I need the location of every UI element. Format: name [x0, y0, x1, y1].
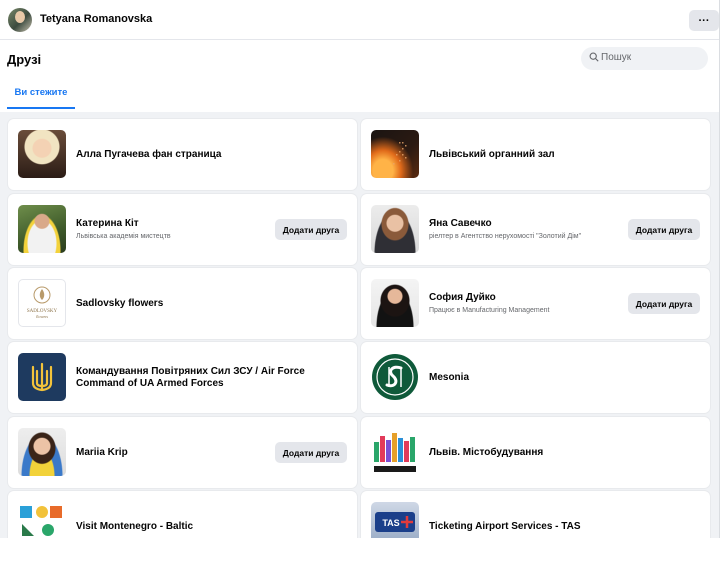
svg-text:flowers: flowers — [36, 314, 48, 319]
friend-avatar[interactable] — [371, 428, 419, 476]
friend-card[interactable]: София Дуйко Працює в Manufacturing Manag… — [361, 268, 710, 339]
friend-name[interactable]: Львівський органний зал — [429, 149, 700, 161]
search-placeholder: Пошук — [601, 52, 632, 63]
tas-logo-icon: TAS — [375, 512, 415, 532]
friend-card[interactable]: Mesonia — [361, 342, 710, 413]
friend-avatar[interactable] — [18, 428, 66, 476]
svg-text:TAS: TAS — [382, 518, 399, 528]
friend-name[interactable]: Алла Пугачева фан страница — [76, 149, 347, 161]
friend-avatar[interactable] — [371, 205, 419, 253]
page-title: Друзі — [7, 52, 42, 67]
organ-icon — [393, 142, 407, 165]
friend-card[interactable]: Львів. Містобудування — [361, 417, 710, 488]
friend-name[interactable]: Visit Montenegro - Baltic — [76, 521, 347, 533]
profile-name[interactable]: Tetyana Romanovska — [40, 13, 152, 25]
search-icon — [589, 52, 599, 62]
tab-following[interactable]: Ви стежите — [7, 82, 75, 109]
friends-page: Tetyana Romanovska ··· Друзі Пошук Ви ст… — [0, 0, 720, 538]
profile-avatar[interactable] — [8, 8, 32, 32]
friend-avatar[interactable] — [18, 353, 66, 401]
profile-header: Tetyana Romanovska ··· — [0, 0, 719, 40]
friend-card[interactable]: SADLOVSKY flowers Sadlovsky flowers — [8, 268, 357, 339]
friend-name[interactable]: Командування Повітряних Сил ЗСУ / Air Fo… — [76, 366, 347, 390]
add-friend-button[interactable]: Додати друга — [275, 219, 347, 240]
trident-icon — [31, 362, 53, 392]
friend-card[interactable]: Алла Пугачева фан страница — [8, 119, 357, 190]
montenegro-logo-icon — [20, 506, 62, 536]
friend-name[interactable]: Ticketing Airport Services - TAS — [429, 521, 700, 533]
search-input[interactable]: Пошук — [581, 47, 708, 70]
friend-avatar[interactable] — [18, 205, 66, 253]
add-friend-button[interactable]: Додати друга — [275, 442, 347, 463]
friend-card[interactable]: Командування Повітряних Сил ЗСУ / Air Fo… — [8, 342, 357, 413]
more-options-button[interactable]: ··· — [689, 10, 719, 31]
friend-avatar[interactable] — [18, 502, 66, 538]
friend-card[interactable]: Катерина Кіт Львівська академія мистецтв… — [8, 194, 357, 265]
add-friend-button[interactable]: Додати друга — [628, 219, 700, 240]
flower-logo-icon: SADLOVSKY flowers — [27, 286, 58, 319]
friend-card[interactable]: Яна Савечко ріелтер в Агентство нерухомо… — [361, 194, 710, 265]
friends-section-header: Друзі Пошук Ви стежите — [0, 40, 719, 112]
page-bottom-area — [0, 538, 724, 565]
friend-card[interactable]: Львівський органний зал — [361, 119, 710, 190]
city-logo-icon — [374, 433, 416, 472]
friend-card[interactable]: TAS Ticketing Airport Services - TAS — [361, 491, 710, 538]
mesonia-logo-icon — [372, 354, 418, 400]
friend-card[interactable]: Visit Montenegro - Baltic — [8, 491, 357, 538]
friend-avatar[interactable]: SADLOVSKY flowers — [18, 279, 66, 327]
friend-avatar[interactable] — [371, 353, 419, 401]
friend-avatar[interactable]: TAS — [371, 502, 419, 538]
add-friend-button[interactable]: Додати друга — [628, 293, 700, 314]
friend-card[interactable]: Mariia Krip Додати друга — [8, 417, 357, 488]
friend-name[interactable]: Mesonia — [429, 372, 700, 384]
friend-avatar[interactable] — [18, 130, 66, 178]
friend-avatar[interactable] — [371, 279, 419, 327]
friend-name[interactable]: Sadlovsky flowers — [76, 298, 347, 310]
friend-name[interactable]: Львів. Містобудування — [429, 447, 700, 459]
friend-avatar[interactable] — [371, 130, 419, 178]
